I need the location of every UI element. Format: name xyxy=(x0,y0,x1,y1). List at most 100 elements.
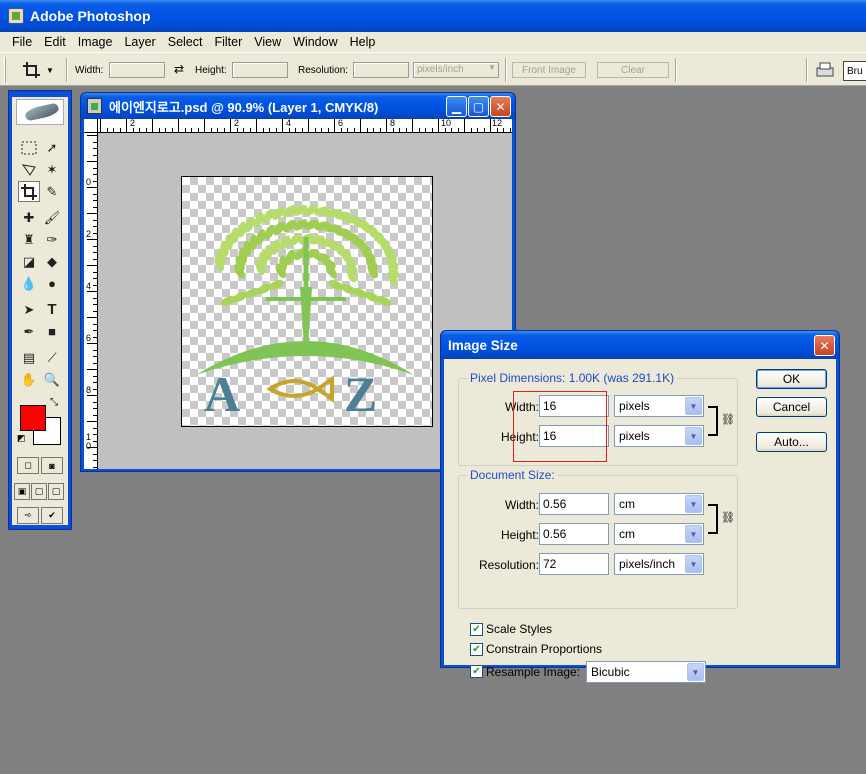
magic-wand-tool-icon[interactable]: ✶ xyxy=(41,159,63,180)
auto-button[interactable]: Auto... xyxy=(756,432,827,452)
menu-layer[interactable]: Layer xyxy=(118,35,161,49)
pixel-width-unit-select[interactable]: pixels ▼ xyxy=(614,395,704,417)
dialog-close-button[interactable]: ✕ xyxy=(814,335,835,356)
menu-view[interactable]: View xyxy=(248,35,287,49)
menu-select[interactable]: Select xyxy=(162,35,209,49)
screen-mode-standard-icon[interactable]: ▣ xyxy=(14,483,30,500)
ruler-tick xyxy=(87,161,97,162)
doc-width-unit-select[interactable]: cm ▼ xyxy=(614,493,704,515)
eyedropper-tool-icon[interactable]: ⟋ xyxy=(41,347,63,368)
doc-height-input[interactable]: 0.56 xyxy=(539,523,609,545)
ruler-tick xyxy=(93,226,97,227)
ruler-tick xyxy=(496,128,498,132)
ruler-tick xyxy=(178,119,179,132)
chevron-down-icon: ▼ xyxy=(685,555,702,573)
resolution-unit-select[interactable]: pixels/inch ▼ xyxy=(614,553,704,575)
ruler-tick xyxy=(93,141,97,143)
resample-image-checkbox[interactable]: ✔ xyxy=(470,665,483,678)
ruler-tick xyxy=(399,128,400,132)
maximize-button[interactable]: ▢ xyxy=(468,96,489,117)
type-tool-icon[interactable]: T xyxy=(41,299,63,320)
lasso-tool-icon[interactable] xyxy=(18,159,40,180)
healing-brush-tool-icon[interactable]: ✚ xyxy=(18,207,40,228)
menu-help[interactable]: Help xyxy=(344,35,382,49)
doc-height-unit-select[interactable]: cm ▼ xyxy=(614,523,704,545)
hand-tool-icon[interactable]: ✋ xyxy=(18,369,40,390)
doc-height-label: Height: xyxy=(500,528,539,542)
resolution-input[interactable]: 72 xyxy=(539,553,609,575)
zoom-tool-icon[interactable]: 🔍 xyxy=(41,369,63,390)
feather-logo-icon[interactable] xyxy=(16,99,64,125)
screen-mode-full-menu-icon[interactable]: ▢ xyxy=(31,483,47,500)
ruler-tick xyxy=(87,369,97,370)
paint-bucket-tool-icon[interactable]: ◆ xyxy=(41,251,63,272)
crop-tool-icon[interactable] xyxy=(18,181,40,202)
close-button[interactable]: ✕ xyxy=(490,96,511,117)
cancel-button[interactable]: Cancel xyxy=(756,397,827,417)
minimize-button[interactable]: ▁ xyxy=(446,96,467,117)
photoshop-app-icon xyxy=(8,8,24,24)
menu-image[interactable]: Image xyxy=(72,35,119,49)
foreground-color-swatch[interactable] xyxy=(20,405,46,431)
path-selection-tool-icon[interactable]: ➤ xyxy=(18,299,40,320)
ruler-tick xyxy=(93,200,97,201)
ruler-tick xyxy=(230,119,231,132)
crop-tool-preset-picker[interactable]: ▼ xyxy=(22,60,58,80)
blur-tool-icon[interactable]: 💧 xyxy=(18,273,40,294)
history-brush-tool-icon[interactable]: ✑ xyxy=(41,229,63,250)
crop-height-label: Height: xyxy=(195,65,227,76)
dodge-tool-icon[interactable]: ● xyxy=(41,273,63,294)
ruler-tick xyxy=(93,382,97,383)
menu-edit[interactable]: Edit xyxy=(38,35,72,49)
ruler-tick xyxy=(444,128,446,132)
swap-colors-icon[interactable]: ⤡ xyxy=(50,397,58,408)
default-colors-icon[interactable]: ◩ xyxy=(17,433,26,444)
slice-tool-icon[interactable]: ✎ xyxy=(41,181,63,202)
horizontal-ruler[interactable]: 2 2 4 6 8 10 12 xyxy=(98,118,512,133)
vertical-ruler[interactable]: 0 2 4 6 8 1 0 xyxy=(84,133,98,469)
document-titlebar[interactable]: 에이엔지로고.psd @ 90.9% (Layer 1, CMYK/8) ▁ ▢… xyxy=(81,93,515,119)
ruler-origin[interactable] xyxy=(84,119,98,133)
clone-stamp-tool-icon[interactable]: ♜ xyxy=(18,229,40,250)
fish-icon xyxy=(266,375,334,403)
resample-method-select[interactable]: Bicubic ▼ xyxy=(586,661,706,683)
pen-tool-icon[interactable]: ✒ xyxy=(18,321,40,342)
ruler-tick xyxy=(477,128,478,132)
dialog-titlebar[interactable]: Image Size ✕ xyxy=(441,331,839,359)
doc-width-input[interactable]: 0.56 xyxy=(539,493,609,515)
marquee-tool-icon[interactable] xyxy=(18,137,40,158)
brush-tool-icon[interactable]: 🖌 xyxy=(41,207,63,228)
menu-file[interactable]: File xyxy=(6,35,38,49)
swap-arrows-icon[interactable]: ⇄ xyxy=(174,62,184,76)
chevron-down-icon: ▼ xyxy=(685,525,702,543)
crop-width-input[interactable] xyxy=(109,62,165,78)
crop-height-input[interactable] xyxy=(232,62,288,78)
pixel-height-unit-select[interactable]: pixels ▼ xyxy=(614,425,704,447)
menu-window[interactable]: Window xyxy=(287,35,343,49)
crop-resolution-unit-select[interactable]: pixels/inch ▼ xyxy=(413,62,499,78)
crop-resolution-input[interactable] xyxy=(353,62,409,78)
check-icon[interactable]: ✔ xyxy=(41,507,63,524)
screen-mode-full-icon[interactable]: ▢ xyxy=(48,483,64,500)
ruler-tick xyxy=(405,128,407,132)
file-browser-icon[interactable] xyxy=(814,59,836,81)
ruler-tick xyxy=(93,414,97,416)
menu-filter[interactable]: Filter xyxy=(208,35,248,49)
notes-tool-icon[interactable]: ▤ xyxy=(18,347,40,368)
brushes-palette-tab[interactable]: Bru xyxy=(843,61,866,81)
clear-button[interactable]: Clear xyxy=(597,62,669,78)
move-tool-icon[interactable]: ➚ xyxy=(41,137,63,158)
quick-mask-mode-icon[interactable]: ◙ xyxy=(41,457,63,474)
ruler-tick xyxy=(470,128,472,132)
eraser-tool-icon[interactable]: ◪ xyxy=(18,251,40,272)
rectangle-tool-icon[interactable]: ■ xyxy=(41,321,63,342)
jump-to-imageready-icon[interactable]: ➾ xyxy=(17,507,39,524)
constrain-proportions-checkbox[interactable]: ✔ xyxy=(470,643,483,656)
front-image-button[interactable]: Front Image xyxy=(512,62,586,78)
scale-styles-checkbox[interactable]: ✔ xyxy=(470,623,483,636)
ok-button[interactable]: OK xyxy=(756,369,827,389)
image-canvas[interactable]: A Z xyxy=(181,176,433,427)
ruler-tick xyxy=(87,343,97,344)
document-size-legend: Document Size: xyxy=(467,468,558,482)
standard-mode-icon[interactable]: ◻ xyxy=(17,457,39,474)
